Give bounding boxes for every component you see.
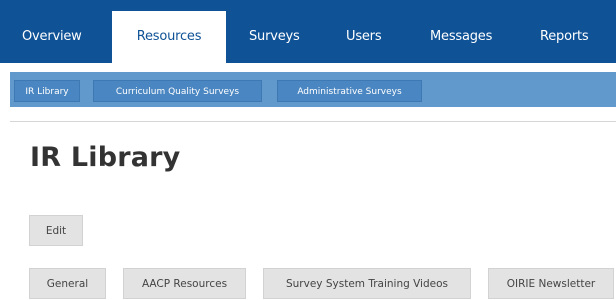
subnav-item-administrative-surveys[interactable]: Administrative Surveys [277,80,422,102]
tab-messages[interactable]: Messages [430,11,510,63]
category-tab-aacp-resources[interactable]: AACP Resources [123,268,246,299]
category-tab-general[interactable]: General [29,268,106,299]
divider [10,121,616,122]
tab-resources[interactable]: Resources [112,11,226,63]
subnav-item-ir-library[interactable]: IR Library [14,80,80,102]
category-tab-survey-system-training-videos[interactable]: Survey System Training Videos [263,268,471,299]
tab-users[interactable]: Users [346,11,396,63]
category-tab-oirie-newsletter[interactable]: OIRIE Newsletter [488,268,614,299]
page-title: IR Library [30,142,181,173]
edit-button[interactable]: Edit [29,215,83,246]
tab-overview[interactable]: Overview [22,11,92,63]
sub-nav: IR Library Curriculum Quality Surveys Ad… [0,63,616,118]
subnav-item-curriculum-quality-surveys[interactable]: Curriculum Quality Surveys [93,80,262,102]
tab-surveys[interactable]: Surveys [249,11,309,63]
top-nav: Overview Resources Surveys Users Message… [0,0,616,63]
tab-reports[interactable]: Reports [540,11,600,63]
